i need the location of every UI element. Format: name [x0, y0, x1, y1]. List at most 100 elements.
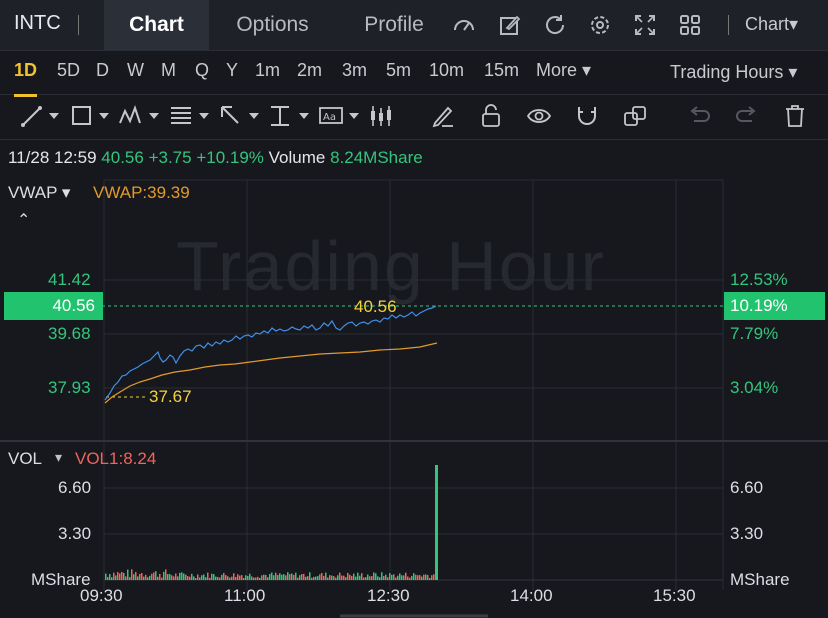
volume-bar	[351, 575, 353, 580]
volume-bar	[311, 577, 313, 580]
volume-bar	[223, 572, 225, 580]
volume-bar	[273, 575, 275, 580]
volume-bar	[127, 569, 129, 580]
volume-bar	[421, 576, 423, 580]
price-tick: 37.93	[48, 378, 91, 397]
volume-bar	[323, 575, 325, 580]
volume-bar	[379, 577, 381, 580]
x-axis-tick: 14:00	[510, 586, 553, 605]
volume-bar	[177, 576, 179, 580]
volume-bar	[247, 575, 249, 580]
volume-bar	[301, 574, 303, 580]
volume-bar	[197, 574, 199, 580]
volume-bar	[149, 575, 151, 580]
volume-bar	[123, 572, 125, 580]
volume-bar	[175, 573, 177, 580]
volume-bar	[203, 574, 205, 580]
volume-bar	[389, 573, 391, 580]
volume-bar	[195, 577, 197, 580]
volume-bar	[429, 577, 431, 580]
collapse-icon[interactable]: ⌃	[17, 210, 30, 230]
volume-bar	[257, 576, 259, 580]
volume-bar	[399, 573, 401, 580]
volume-bar	[423, 574, 425, 580]
volume-bar	[241, 575, 243, 580]
volume-bar	[137, 576, 139, 580]
volume-bar	[183, 573, 185, 580]
volume-bar	[143, 576, 145, 580]
volume-bar	[427, 575, 429, 580]
volume-bar	[155, 571, 157, 580]
volume-bar	[213, 574, 215, 580]
volume-bar	[153, 572, 155, 580]
volume-bar	[357, 572, 359, 580]
volume-bar	[243, 577, 245, 580]
volume-bar	[187, 576, 189, 580]
volume-bar	[207, 572, 209, 580]
volume-bar	[375, 573, 377, 580]
vol-indicator-label[interactable]: VOL	[8, 449, 42, 469]
volume-bar	[285, 575, 287, 580]
volume-bar	[169, 574, 171, 580]
volume-bar	[173, 576, 175, 580]
pct-tick: 7.79%	[730, 324, 779, 343]
volume-bar	[417, 575, 419, 580]
volume-bar	[239, 575, 241, 580]
volume-bar	[335, 577, 337, 580]
volume-bar	[139, 573, 141, 580]
volume-bar	[317, 576, 319, 580]
volume-bar	[141, 573, 143, 580]
volume-bar	[325, 572, 327, 580]
x-axis-tick: 09:30	[80, 586, 123, 605]
volume-bar	[111, 577, 113, 580]
volume-bar	[205, 577, 207, 580]
volume-bar	[113, 572, 115, 580]
volume-bar	[275, 572, 277, 580]
x-axis-tick: 15:30	[653, 586, 696, 605]
volume-bar	[189, 576, 191, 580]
volume-bar	[119, 573, 121, 580]
vol-dropdown-icon[interactable]: ▾	[55, 449, 62, 466]
vwap-indicator-dropdown[interactable]: VWAP ▾	[8, 183, 70, 203]
chart-canvas[interactable]	[0, 0, 828, 618]
volume-bar	[359, 575, 361, 580]
volume-bar	[157, 576, 159, 580]
price-tick: 41.42	[48, 270, 91, 289]
volume-bar	[341, 575, 343, 580]
volume-bar	[289, 574, 291, 580]
volume-unit: MShare	[730, 570, 790, 589]
volume-tick: 3.30	[58, 524, 92, 543]
vwap-value: VWAP:39.39	[93, 183, 190, 202]
volume-bar	[179, 572, 181, 580]
volume-bar	[265, 574, 267, 580]
volume-bar	[419, 575, 421, 580]
volume-bar	[347, 572, 349, 580]
volume-bar	[129, 576, 131, 580]
volume-bar	[211, 573, 213, 580]
x-axis-tick: 11:00	[224, 586, 266, 605]
volume-bar	[309, 572, 311, 580]
current-pct-tag: 10.19%	[724, 292, 825, 320]
volume-bar	[151, 573, 153, 580]
x-axis-tick: 12:30	[367, 586, 410, 605]
volume-bar	[225, 575, 227, 580]
volume-bar	[267, 577, 269, 580]
volume-bar	[365, 577, 367, 580]
volume-bar	[401, 575, 403, 580]
volume-tick: 6.60	[730, 478, 764, 497]
volume-bar	[331, 575, 333, 580]
volume-bar	[433, 574, 435, 580]
volume-bar	[283, 574, 285, 580]
volume-bar	[201, 575, 203, 580]
volume-bar	[133, 574, 135, 580]
volume-bar	[343, 575, 345, 580]
high-price-label: 40.56	[354, 297, 397, 316]
price-tick: 39.68	[48, 324, 91, 343]
volume-bar	[263, 574, 265, 580]
volume-bar	[165, 569, 167, 580]
volume-bar	[279, 573, 281, 580]
current-price-tag: 40.56	[4, 292, 103, 320]
volume-bar	[231, 576, 233, 580]
volume-bar	[295, 572, 297, 580]
vol-value: VOL1:8.24	[75, 449, 157, 468]
